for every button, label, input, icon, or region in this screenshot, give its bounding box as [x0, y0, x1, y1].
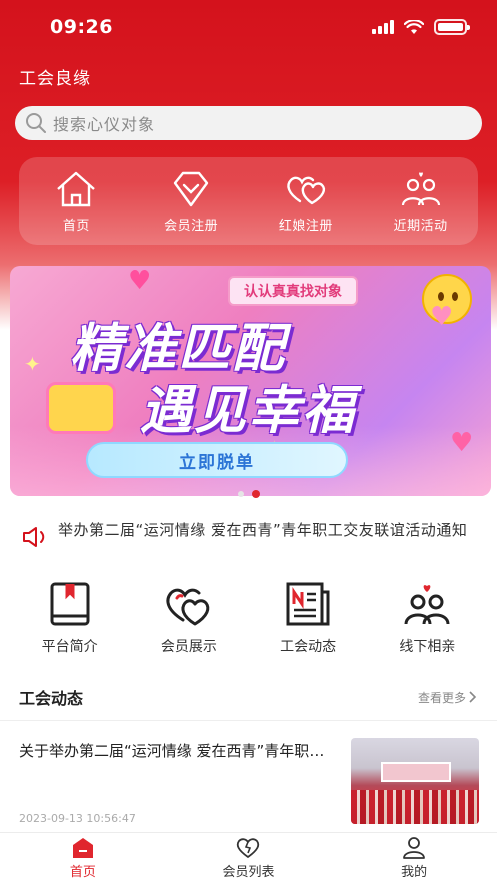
view-more-link[interactable]: 查看更多 — [418, 689, 477, 706]
sparkle-icon: ✦ — [24, 352, 41, 376]
newspaper-icon — [286, 582, 330, 626]
tab-member-list[interactable]: 会员列表 — [188, 833, 308, 883]
notice-bar[interactable]: 举办第二届“运河情缘 爱在西青”青年职工交友联谊活动通知 — [22, 517, 472, 548]
heart-decoration-icon: ♥ — [430, 302, 454, 332]
app-title: 工会良缘 — [19, 69, 91, 89]
feature-union-news[interactable]: 工会动态 — [258, 580, 358, 656]
section-title: 工会动态 — [19, 689, 84, 708]
news-title: 关于举办第二届“运河情缘 爱在西青”青年职工交友联谊活动的通知 — [19, 742, 334, 760]
feature-offline-dating[interactable]: 线下相亲 — [377, 580, 477, 656]
member-register-icon — [173, 171, 209, 206]
cellular-signal-icon — [372, 20, 394, 34]
carousel-indicator — [0, 490, 497, 498]
tab-mine[interactable]: 我的 — [354, 833, 474, 883]
news-time: 2023-09-13 10:56:47 — [19, 812, 136, 825]
news-list-item[interactable]: 关于举办第二届“运河情缘 爱在西青”青年职工交友联谊活动的通知 2023-09-… — [19, 738, 479, 828]
feature-platform-intro[interactable]: 平台简介 — [20, 580, 120, 656]
battery-icon — [434, 19, 470, 35]
search-icon — [26, 113, 46, 133]
wifi-icon — [404, 19, 424, 34]
heart-decoration-icon: ♥ — [450, 428, 474, 458]
double-heart-icon — [166, 588, 210, 626]
news-thumbnail — [351, 738, 479, 824]
chevron-right-icon — [469, 691, 477, 703]
bottom-tabbar: 首页 会员列表 我的 — [0, 832, 497, 883]
couple-activity-icon — [401, 171, 440, 205]
nav-item-home[interactable]: 首页 — [26, 169, 126, 234]
carousel-dot-active[interactable] — [251, 490, 260, 498]
promo-banner[interactable]: ♥ ♥ ♥ ✦ ✦ 认认真真找对象 精准匹配 遇见幸福 立即脱单 — [10, 266, 491, 496]
banner-cta-button[interactable]: 立即脱单 — [86, 442, 348, 478]
banner-subheadline: 遇见幸福 — [140, 381, 357, 441]
carousel-dot[interactable] — [237, 491, 244, 497]
divider — [0, 720, 497, 721]
search-input[interactable]: 搜索心仪对象 — [15, 106, 482, 140]
banner-tag: 认认真真找对象 — [228, 276, 358, 306]
user-icon — [403, 836, 426, 859]
search-placeholder: 搜索心仪对象 — [53, 115, 156, 134]
tab-home[interactable]: 首页 — [23, 833, 143, 883]
speaker-icon — [23, 527, 45, 547]
news-section-header: 工会动态 查看更多 — [19, 685, 477, 709]
nav-item-member-register[interactable]: 会员注册 — [141, 169, 241, 234]
matchmaker-hearts-icon — [287, 176, 325, 204]
status-time: 09:26 — [50, 16, 113, 38]
heart-list-icon — [237, 837, 260, 858]
nav-item-matchmaker-register[interactable]: 红娘注册 — [256, 169, 356, 234]
notice-text: 举办第二届“运河情缘 爱在西青”青年职工交友联谊活动通知 — [58, 521, 468, 539]
feature-member-showcase[interactable]: 会员展示 — [139, 580, 239, 656]
couple-icon — [404, 585, 450, 625]
home-tab-icon — [72, 837, 93, 858]
nav-item-recent-activity[interactable]: 近期活动 — [371, 169, 471, 234]
feature-grid: 平台简介 会员展示 工会动态 线下相亲 — [0, 580, 497, 656]
home-icon — [57, 171, 96, 206]
status-bar: 09:26 — [0, 0, 497, 54]
heart-decoration-icon: ♥ — [128, 266, 152, 296]
quick-nav: 首页 会员注册 红娘注册 近期活动 — [19, 157, 478, 245]
gift-box-icon — [46, 382, 116, 434]
book-icon — [50, 582, 90, 626]
